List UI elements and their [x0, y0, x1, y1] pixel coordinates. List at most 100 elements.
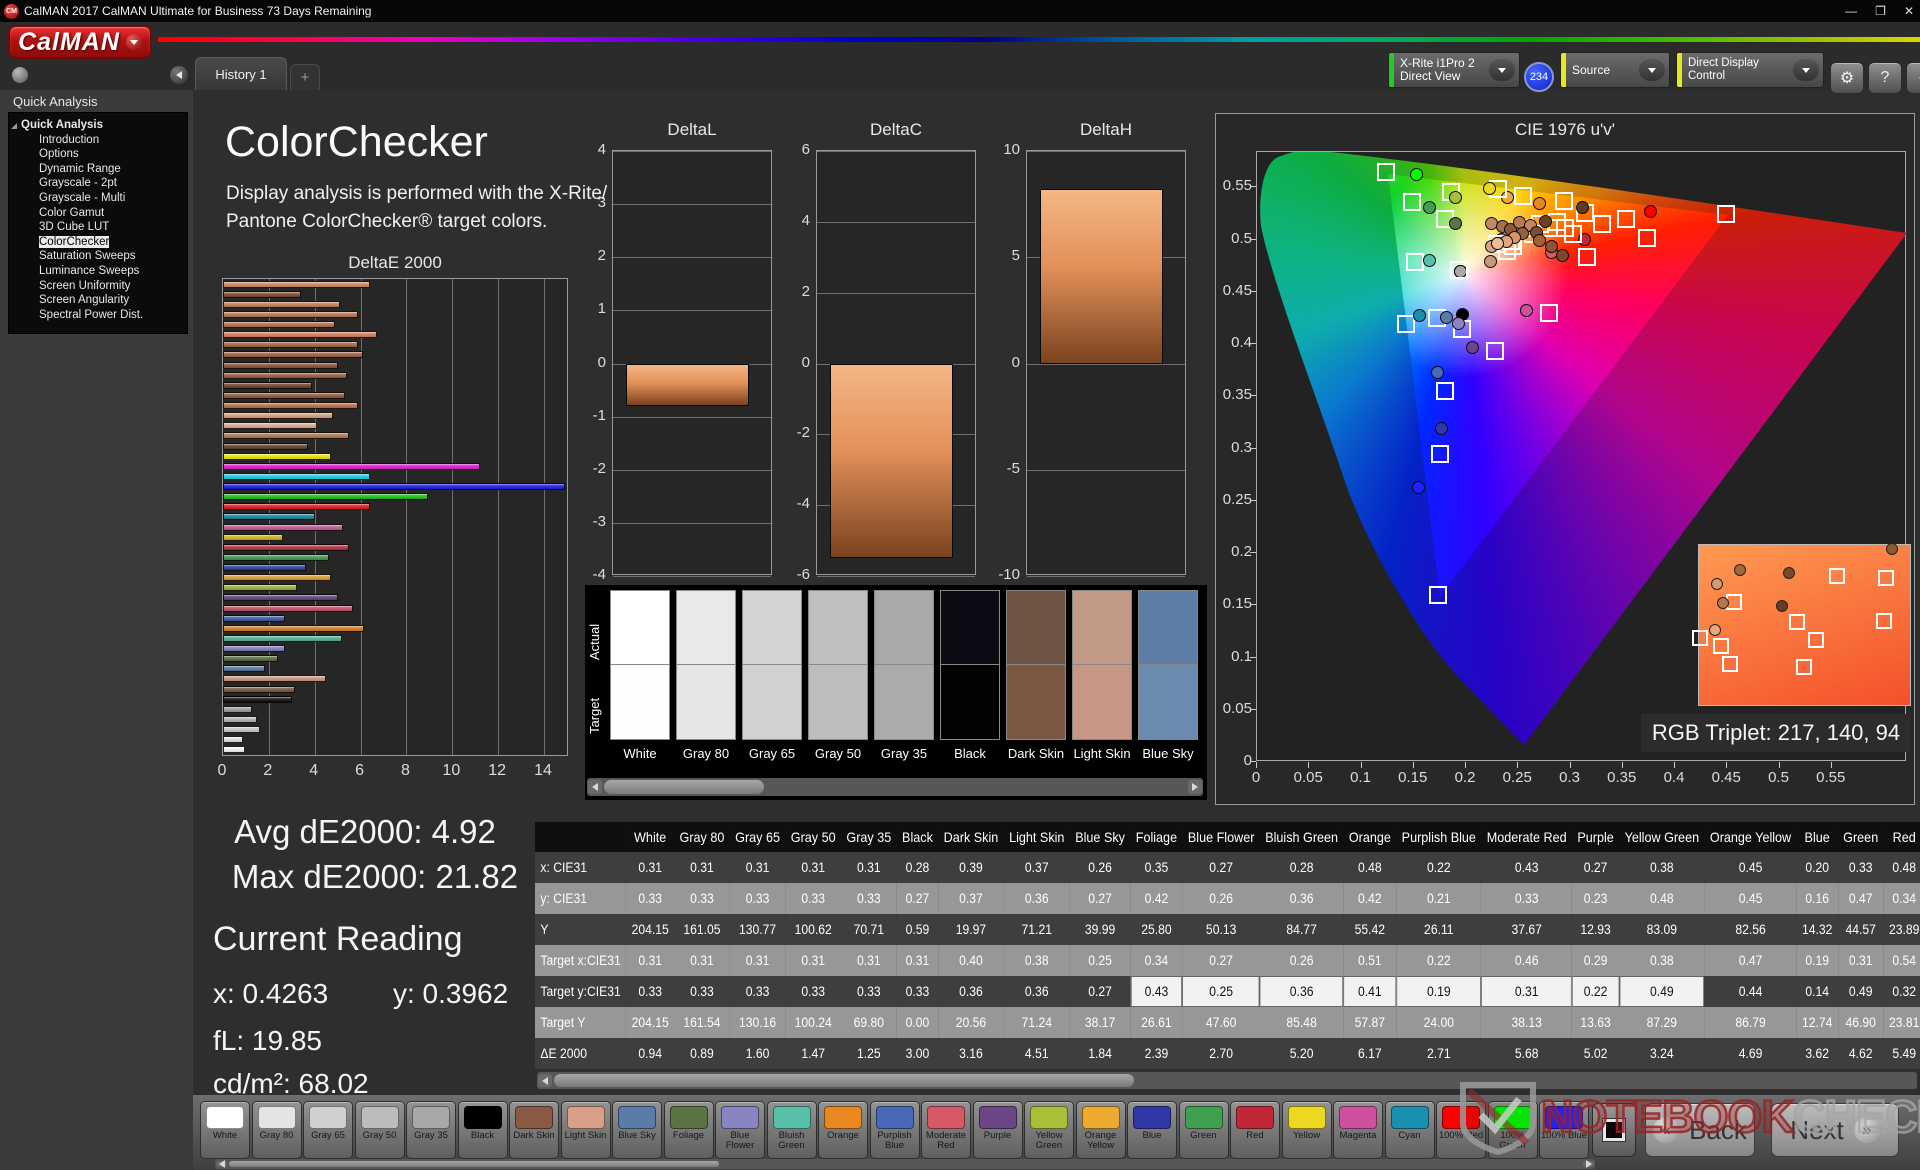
- table-cell: 5.20: [1260, 1038, 1344, 1069]
- scroll-left-icon[interactable]: [538, 1074, 552, 1087]
- next-button[interactable]: Next »: [1771, 1103, 1899, 1157]
- sidebar-item-screen-angularity[interactable]: Screen Angularity: [9, 293, 187, 308]
- table-scrollbar[interactable]: [537, 1072, 1917, 1089]
- row-label: y: CIE31: [535, 883, 626, 914]
- column-header: Moderate Red: [1481, 822, 1572, 852]
- patch-button-red[interactable]: Red: [1230, 1101, 1280, 1159]
- table-cell: 0.31: [626, 852, 674, 883]
- sidebar-item-luminance-sweeps[interactable]: Luminance Sweeps: [9, 264, 187, 279]
- patch-button-blue-flower[interactable]: Blue Flower: [715, 1101, 765, 1159]
- chevron-down-icon[interactable]: [1639, 59, 1665, 81]
- back-button[interactable]: « Back: [1645, 1103, 1755, 1157]
- gridline: [361, 279, 362, 755]
- patch-button-dark-skin[interactable]: Dark Skin: [509, 1101, 559, 1159]
- sidebar-item-grayscale-multi[interactable]: Grayscale - Multi: [9, 191, 187, 206]
- chevron-down-icon[interactable]: [126, 34, 142, 50]
- titlebar[interactable]: CM CalMAN 2017 CalMAN Ultimate for Busin…: [0, 0, 1920, 22]
- calman-window: CM CalMAN 2017 CalMAN Ultimate for Busin…: [0, 0, 1920, 1170]
- de2000-bar: [223, 726, 260, 733]
- scroll-right-icon[interactable]: [1188, 780, 1202, 794]
- table-cell: 0.32: [1884, 976, 1920, 1007]
- sidebar-item-screen-uniformity[interactable]: Screen Uniformity: [9, 279, 187, 294]
- patch-button-label: Magenta: [1334, 1131, 1382, 1152]
- patch-button-cyan[interactable]: Cyan: [1385, 1101, 1435, 1159]
- sidebar-item-dynamic-range[interactable]: Dynamic Range: [9, 162, 187, 177]
- table-cell: 0.33: [626, 883, 674, 914]
- patch-button-gray-65[interactable]: Gray 65: [303, 1101, 353, 1159]
- patch-button-magenta[interactable]: Magenta: [1333, 1101, 1383, 1159]
- sidebar-item-saturation-sweeps[interactable]: Saturation Sweeps: [9, 249, 187, 264]
- scrollbar-thumb[interactable]: [229, 1161, 719, 1167]
- patch-button-yellow[interactable]: Yellow: [1282, 1101, 1332, 1159]
- tab-history-1[interactable]: History 1: [195, 57, 287, 90]
- collapse-panel-button[interactable]: [1906, 62, 1920, 94]
- table-cell: 0.19: [1797, 945, 1838, 976]
- display-control-dropdown[interactable]: Direct Display Control: [1676, 52, 1824, 88]
- de2000-bar: [223, 554, 329, 561]
- patch-button-blue[interactable]: Blue: [1127, 1101, 1177, 1159]
- patch-button-gray-50[interactable]: Gray 50: [355, 1101, 405, 1159]
- patch-strip-scrollbar[interactable]: [587, 778, 1203, 796]
- sidebar-item-colorchecker[interactable]: ColorChecker: [9, 235, 187, 250]
- table-cell: 0.51: [1343, 945, 1396, 976]
- patch-button-purplish-blue[interactable]: Purplish Blue: [870, 1101, 920, 1159]
- patch-button-100-green[interactable]: 100% Green: [1488, 1101, 1538, 1159]
- table-cell: 71.21: [1004, 914, 1070, 945]
- patch-button-black[interactable]: Black: [458, 1101, 508, 1159]
- sidebar-item-grayscale-2pt[interactable]: Grayscale - 2pt: [9, 176, 187, 191]
- patch-button-bluish-green[interactable]: Bluish Green: [767, 1101, 817, 1159]
- patch-button-yellow-green[interactable]: Yellow Green: [1024, 1101, 1074, 1159]
- table-cell: 57.87: [1343, 1007, 1396, 1038]
- sidebar-item-spectral-power-dist-[interactable]: Spectral Power Dist.: [9, 308, 187, 323]
- patch-button-foliage[interactable]: Foliage: [664, 1101, 714, 1159]
- patch-button-blue-sky[interactable]: Blue Sky: [612, 1101, 662, 1159]
- sidebar-item-introduction[interactable]: Introduction: [9, 133, 187, 148]
- scroll-left-icon[interactable]: [216, 1161, 227, 1167]
- settings-button[interactable]: ⚙: [1830, 62, 1864, 94]
- patch-button-purple[interactable]: Purple: [973, 1101, 1023, 1159]
- sidebar-collapse-button[interactable]: [170, 66, 188, 84]
- patch-button-white[interactable]: White: [200, 1101, 250, 1159]
- scroll-right-icon[interactable]: [1583, 1161, 1594, 1167]
- patch-button-green[interactable]: Green: [1179, 1101, 1229, 1159]
- sidebar-option-dot[interactable]: [12, 67, 28, 83]
- de2000-bar: [223, 331, 377, 338]
- patch-button-gray-80[interactable]: Gray 80: [252, 1101, 302, 1159]
- minimize-button[interactable]: —: [1845, 4, 1857, 18]
- pattern-count-badge[interactable]: 234: [1524, 62, 1554, 92]
- patch-button-moderate-red[interactable]: Moderate Red: [921, 1101, 971, 1159]
- tick: [1250, 448, 1256, 449]
- chevron-down-icon[interactable]: [1793, 59, 1819, 81]
- table-cell: 3.24: [1619, 1038, 1704, 1069]
- calman-menu-button[interactable]: CalMAN: [8, 25, 152, 59]
- scrollbar-thumb[interactable]: [604, 780, 764, 794]
- de2000-bar: [223, 625, 364, 632]
- de2000-bar: [223, 412, 333, 419]
- sidebar-item-quick-analysis[interactable]: Quick Analysis: [9, 118, 187, 133]
- de2000-bar: [223, 493, 428, 500]
- patch-button-light-skin[interactable]: Light Skin: [561, 1101, 611, 1159]
- table-cell: 0.47: [1704, 945, 1796, 976]
- chevron-down-icon[interactable]: [1489, 59, 1515, 81]
- table-cell: 0.00: [897, 1007, 939, 1038]
- tick: [1674, 762, 1675, 768]
- sidebar-item-color-gamut[interactable]: Color Gamut: [9, 206, 187, 221]
- patch-button-orange-yellow[interactable]: Orange Yellow: [1076, 1101, 1126, 1159]
- patch-button-gray-35[interactable]: Gray 35: [406, 1101, 456, 1159]
- meter-dropdown[interactable]: X-Rite i1Pro 2Direct View: [1388, 52, 1520, 88]
- close-button[interactable]: ✕: [1904, 4, 1914, 18]
- patch-button-100-blue[interactable]: 100% Blue: [1539, 1101, 1589, 1159]
- pattern-window-button[interactable]: [1592, 1103, 1636, 1157]
- table-cell: 38.17: [1070, 1007, 1131, 1038]
- patch-button-100-red[interactable]: 100% Red: [1436, 1101, 1486, 1159]
- source-dropdown[interactable]: Source: [1560, 52, 1670, 88]
- help-button[interactable]: ?: [1868, 62, 1902, 94]
- maximize-button[interactable]: ❐: [1875, 4, 1886, 18]
- patch-button-orange[interactable]: Orange: [818, 1101, 868, 1159]
- sidebar-item-3d-cube-lut[interactable]: 3D Cube LUT: [9, 220, 187, 235]
- scroll-left-icon[interactable]: [588, 780, 602, 794]
- scrollbar-thumb[interactable]: [554, 1074, 1134, 1087]
- add-tab-button[interactable]: +: [290, 64, 320, 90]
- sidebar-item-options[interactable]: Options: [9, 147, 187, 162]
- patch-bar-scrollbar[interactable]: [215, 1159, 1595, 1169]
